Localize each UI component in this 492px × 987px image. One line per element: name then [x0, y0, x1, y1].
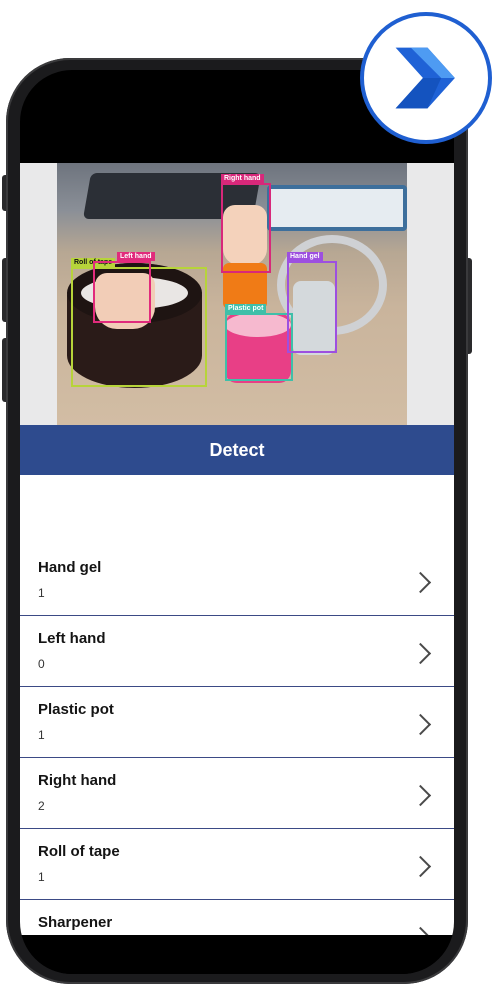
bbox-left-hand: Left hand — [93, 252, 155, 323]
screen-bottom-bar — [20, 935, 454, 974]
list-item-title: Hand gel — [38, 559, 102, 576]
results-list: Hand gel 1 Left hand 0 Plastic pot 1 Rig… — [20, 545, 454, 971]
camera-photo-panel: Roll of tape Left hand Right hand Plasti… — [20, 163, 454, 425]
chevron-right-icon[interactable] — [417, 784, 430, 808]
power-automate-logo-glyph — [395, 47, 455, 109]
list-item-plastic-pot[interactable]: Plastic pot 1 — [20, 687, 454, 758]
power-automate-logo-icon — [360, 12, 492, 144]
list-item-title: Right hand — [38, 772, 117, 789]
list-item-title: Left hand — [38, 630, 106, 647]
bbox-tag-right-hand: Right hand — [221, 174, 264, 183]
list-item-count: 1 — [38, 870, 45, 884]
bbox-plastic-pot: Plastic pot — [225, 304, 293, 381]
bbox-hand-gel: Hand gel — [287, 252, 337, 353]
list-item-hand-gel[interactable]: Hand gel 1 — [20, 545, 454, 616]
list-item-count: 2 — [38, 799, 45, 813]
chevron-right-icon[interactable] — [417, 713, 430, 737]
page: Roll of tape Left hand Right hand Plasti… — [0, 0, 492, 987]
chevron-right-icon[interactable] — [417, 571, 430, 595]
list-item-left-hand[interactable]: Left hand 0 — [20, 616, 454, 687]
list-item-count: 1 — [38, 728, 45, 742]
list-item-right-hand[interactable]: Right hand 2 — [20, 758, 454, 829]
list-item-title: Sharpener — [38, 914, 113, 931]
detect-button[interactable]: Detect — [20, 425, 454, 475]
book-object — [267, 185, 407, 231]
bbox-tag-hand-gel: Hand gel — [287, 252, 323, 261]
detection-photo: Roll of tape Left hand Right hand Plasti… — [57, 163, 407, 425]
results-panel: Hand gel 1 Left hand 0 Plastic pot 1 Rig… — [20, 475, 454, 935]
list-item-count: 0 — [38, 657, 45, 671]
bbox-tag-plastic-pot: Plastic pot — [225, 304, 267, 313]
phone-screen: Roll of tape Left hand Right hand Plasti… — [20, 70, 454, 974]
list-item-title: Roll of tape — [38, 843, 120, 860]
list-item-roll-of-tape[interactable]: Roll of tape 1 — [20, 829, 454, 900]
chevron-right-icon[interactable] — [417, 642, 430, 666]
bbox-tag-left-hand: Left hand — [117, 252, 155, 261]
chevron-right-icon[interactable] — [417, 855, 430, 879]
bbox-right-hand: Right hand — [221, 174, 271, 273]
list-item-count: 1 — [38, 586, 45, 600]
list-item-title: Plastic pot — [38, 701, 114, 718]
